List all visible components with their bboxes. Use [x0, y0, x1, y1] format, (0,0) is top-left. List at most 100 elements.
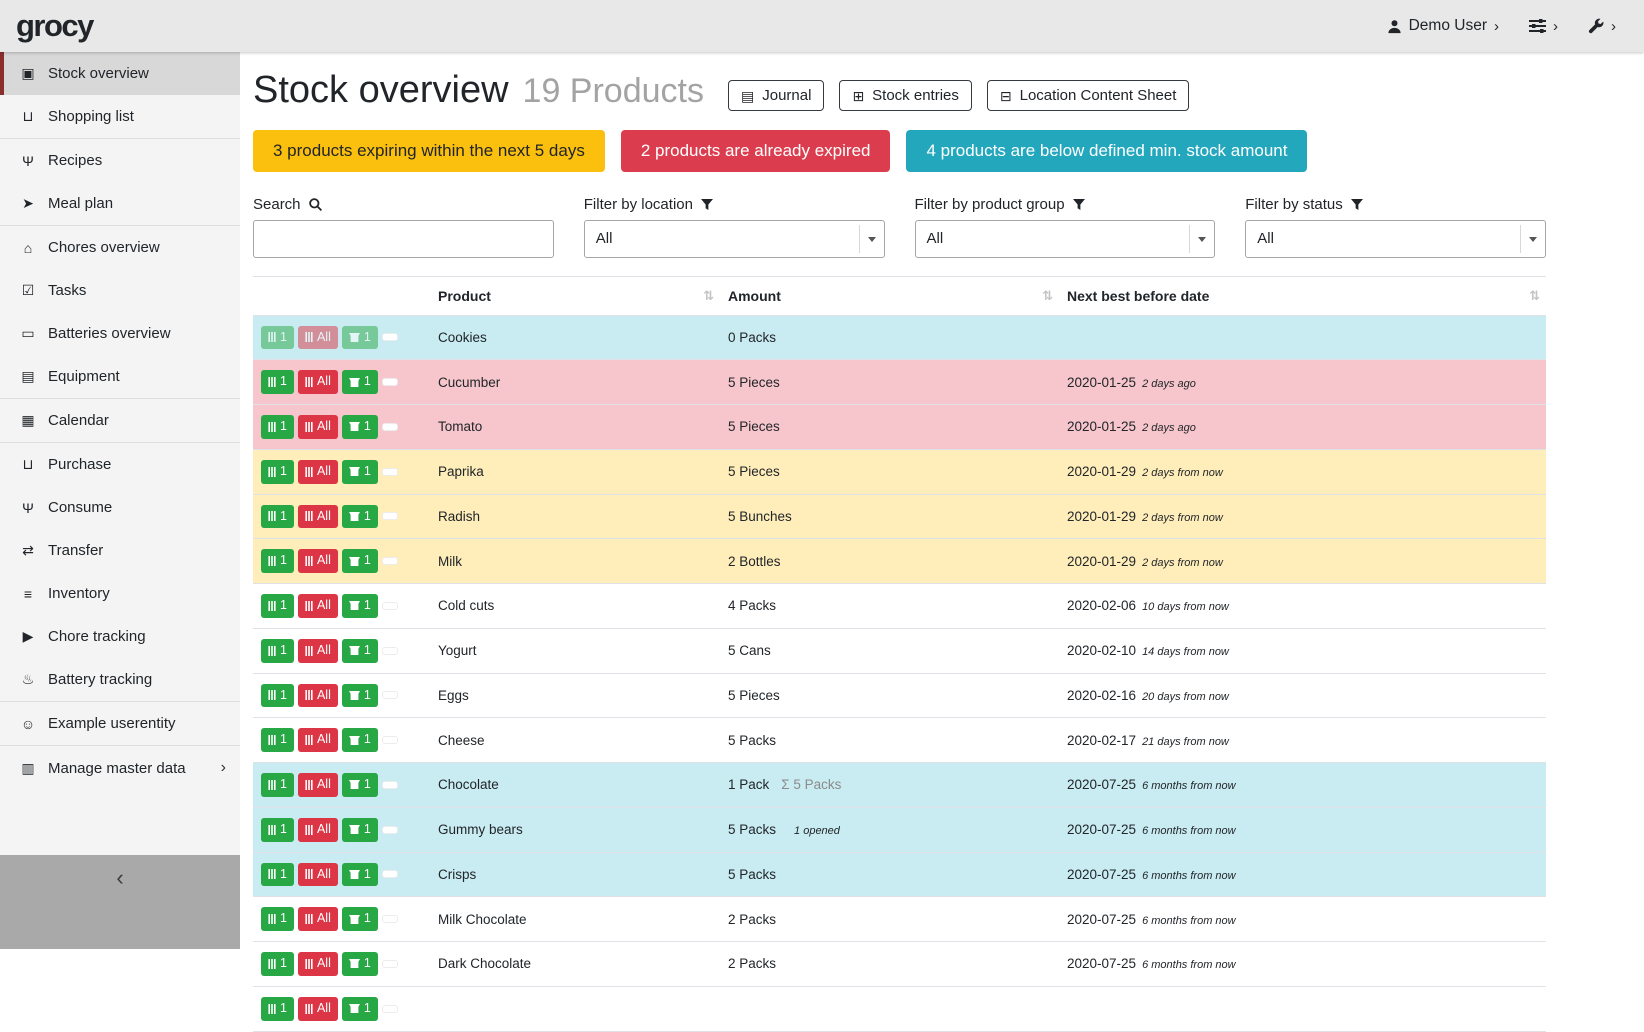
open-one-button[interactable]: 1 [342, 505, 378, 529]
consume-all-button[interactable]: All [298, 818, 338, 842]
open-one-button[interactable]: 1 [342, 907, 378, 931]
row-menu-button[interactable] [382, 468, 398, 476]
user-menu[interactable]: Demo User › [1387, 17, 1499, 35]
sidebar-item-stock-overview[interactable]: ▣ Stock overview [0, 52, 240, 95]
consume-all-button[interactable]: All [298, 460, 338, 484]
consume-all-button[interactable]: All [298, 639, 338, 663]
row-menu-button[interactable] [382, 781, 398, 789]
row-menu-button[interactable] [382, 960, 398, 968]
consume-all-button[interactable]: All [298, 863, 338, 887]
row-menu-button[interactable] [382, 1005, 398, 1013]
consume-one-button[interactable]: 1 [261, 460, 294, 484]
consume-all-button[interactable]: All [298, 773, 338, 797]
sort-icon[interactable]: ⇅ [703, 288, 714, 304]
sidebar-item-chores-overview[interactable]: ⌂ Chores overview [0, 226, 240, 269]
search-input[interactable] [253, 220, 554, 258]
sidebar-item-inventory[interactable]: ≡ Inventory [0, 572, 240, 615]
row-menu-button[interactable] [382, 915, 398, 923]
open-one-button[interactable]: 1 [342, 326, 378, 350]
sidebar-collapse-button[interactable]: ‹ [0, 855, 240, 949]
consume-all-button[interactable]: All [298, 370, 338, 394]
sidebar-item-batteries-overview[interactable]: ▭ Batteries overview [0, 312, 240, 355]
consume-one-button[interactable]: 1 [261, 549, 294, 573]
open-one-button[interactable]: 1 [342, 728, 378, 752]
product-column-header[interactable]: Product ⇅ [430, 276, 720, 315]
admin-menu[interactable]: › [1588, 18, 1616, 34]
sidebar-item-transfer[interactable]: ⇄ Transfer [0, 529, 240, 572]
expiring-alert[interactable]: 3 products expiring within the next 5 da… [253, 130, 605, 172]
sidebar-item-chore-tracking[interactable]: ▶ Chore tracking [0, 615, 240, 658]
consume-all-button[interactable]: All [298, 549, 338, 573]
row-menu-button[interactable] [382, 870, 398, 878]
row-menu-button[interactable] [382, 557, 398, 565]
journal-button[interactable]: ▤ Journal [728, 80, 824, 111]
sidebar-item-consume[interactable]: Ψ Consume [0, 486, 240, 529]
open-one-button[interactable]: 1 [342, 818, 378, 842]
consume-all-button[interactable]: All [298, 684, 338, 708]
location-content-sheet-button[interactable]: ⊟ Location Content Sheet [987, 80, 1190, 111]
open-one-button[interactable]: 1 [342, 594, 378, 618]
consume-one-button[interactable]: 1 [261, 594, 294, 618]
row-menu-button[interactable] [382, 378, 398, 386]
sidebar-item-example-userentity[interactable]: ☺ Example userentity [0, 702, 240, 745]
consume-all-button[interactable]: All [298, 997, 338, 1021]
consume-all-button[interactable]: All [298, 594, 338, 618]
consume-all-button[interactable]: All [298, 415, 338, 439]
consume-one-button[interactable]: 1 [261, 773, 294, 797]
consume-one-button[interactable]: 1 [261, 997, 294, 1021]
sidebar-item-meal-plan[interactable]: ➤ Meal plan [0, 182, 240, 225]
sidebar-item-tasks[interactable]: ☑ Tasks [0, 269, 240, 312]
settings-menu[interactable]: › [1529, 19, 1558, 34]
sidebar-item-purchase[interactable]: ⊔ Purchase [0, 443, 240, 486]
date-column-header[interactable]: Next best before date ⇅ [1059, 276, 1546, 315]
consume-all-button[interactable]: All [298, 326, 338, 350]
consume-one-button[interactable]: 1 [261, 326, 294, 350]
open-one-button[interactable]: 1 [342, 370, 378, 394]
open-one-button[interactable]: 1 [342, 863, 378, 887]
open-one-button[interactable]: 1 [342, 997, 378, 1021]
consume-one-button[interactable]: 1 [261, 684, 294, 708]
status-filter-select[interactable]: All [1245, 220, 1546, 258]
consume-one-button[interactable]: 1 [261, 952, 294, 976]
consume-one-button[interactable]: 1 [261, 818, 294, 842]
amount-column-header[interactable]: Amount ⇅ [720, 276, 1059, 315]
sidebar-item-shopping-list[interactable]: ⊔ Shopping list [0, 95, 240, 138]
consume-one-button[interactable]: 1 [261, 505, 294, 529]
consume-one-button[interactable]: 1 [261, 370, 294, 394]
app-logo[interactable]: grocy [16, 8, 93, 44]
expired-alert[interactable]: 2 products are already expired [621, 130, 891, 172]
sidebar-item-manage-master-data[interactable]: ▥ Manage master data › [0, 746, 240, 790]
sort-icon[interactable]: ⇅ [1529, 288, 1540, 304]
open-one-button[interactable]: 1 [342, 415, 378, 439]
consume-one-button[interactable]: 1 [261, 415, 294, 439]
row-menu-button[interactable] [382, 512, 398, 520]
open-one-button[interactable]: 1 [342, 952, 378, 976]
open-one-button[interactable]: 1 [342, 773, 378, 797]
consume-all-button[interactable]: All [298, 952, 338, 976]
product-group-filter-select[interactable]: All [915, 220, 1216, 258]
consume-all-button[interactable]: All [298, 907, 338, 931]
open-one-button[interactable]: 1 [342, 549, 378, 573]
consume-one-button[interactable]: 1 [261, 863, 294, 887]
sidebar-item-recipes[interactable]: Ψ Recipes [0, 139, 240, 182]
sidebar-item-calendar[interactable]: ▦ Calendar [0, 399, 240, 442]
open-one-button[interactable]: 1 [342, 684, 378, 708]
consume-one-button[interactable]: 1 [261, 907, 294, 931]
row-menu-button[interactable] [382, 647, 398, 655]
sidebar-item-battery-tracking[interactable]: ♨ Battery tracking [0, 658, 240, 701]
consume-one-button[interactable]: 1 [261, 639, 294, 663]
consume-all-button[interactable]: All [298, 505, 338, 529]
row-menu-button[interactable] [382, 736, 398, 744]
open-one-button[interactable]: 1 [342, 460, 378, 484]
consume-one-button[interactable]: 1 [261, 728, 294, 752]
row-menu-button[interactable] [382, 826, 398, 834]
stock-entries-button[interactable]: ⊞ Stock entries [839, 80, 971, 111]
row-menu-button[interactable] [382, 602, 398, 610]
row-menu-button[interactable] [382, 333, 398, 341]
location-filter-select[interactable]: All [584, 220, 885, 258]
sidebar-item-equipment[interactable]: ▤ Equipment [0, 355, 240, 398]
below-min-alert[interactable]: 4 products are below defined min. stock … [906, 130, 1307, 172]
row-menu-button[interactable] [382, 691, 398, 699]
row-menu-button[interactable] [382, 423, 398, 431]
open-one-button[interactable]: 1 [342, 639, 378, 663]
